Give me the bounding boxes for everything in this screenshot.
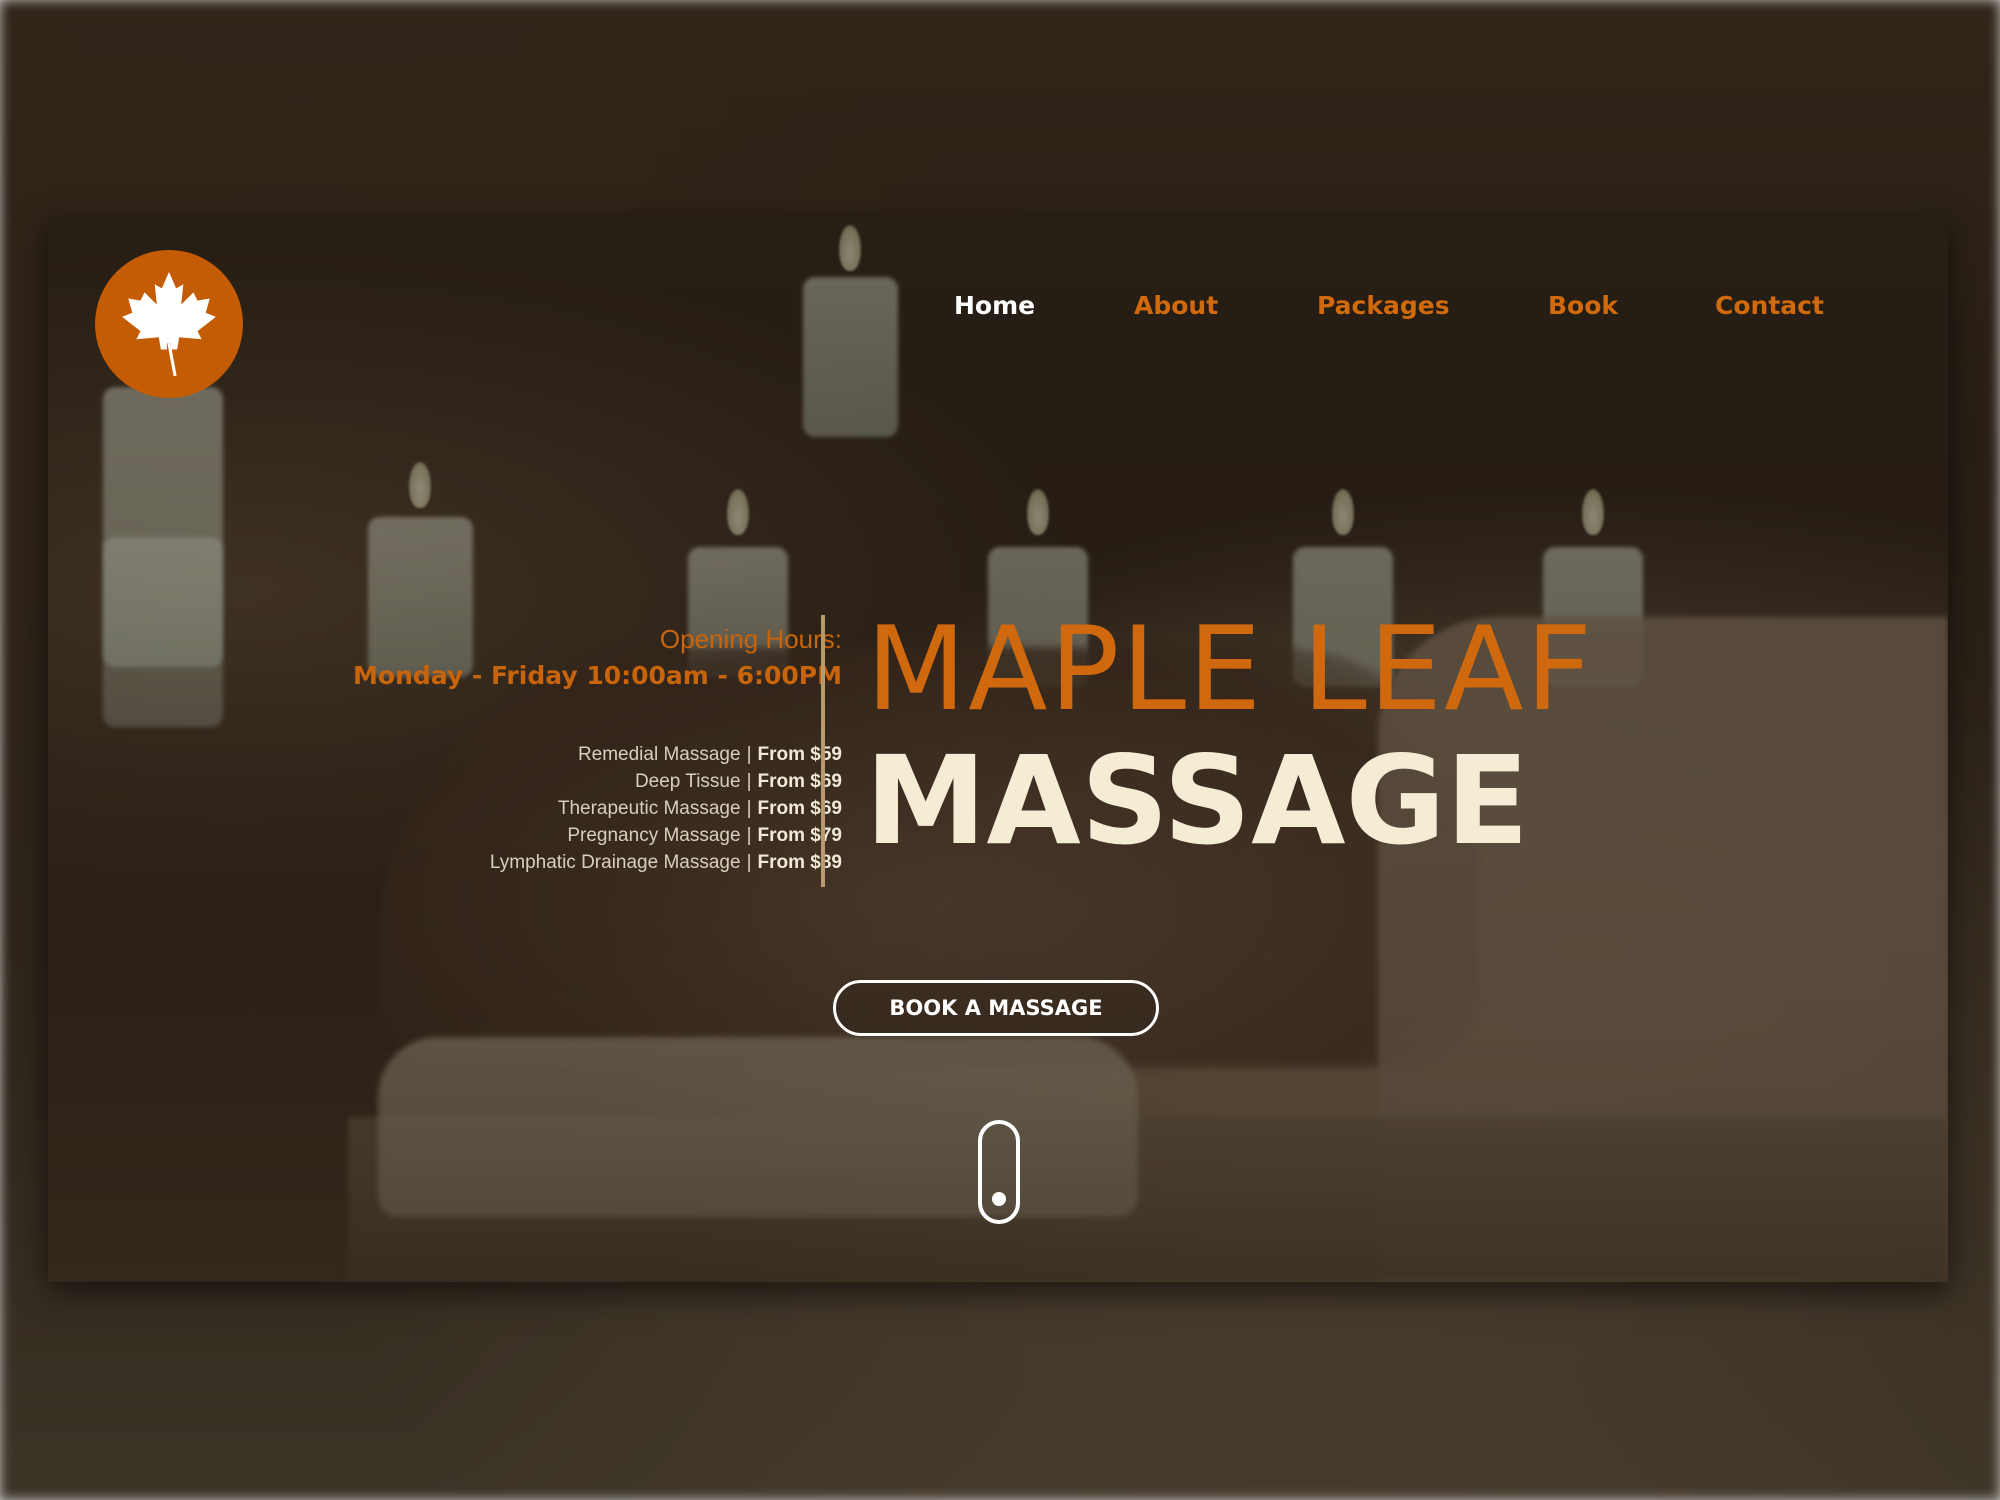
service-row: Therapeutic Massage | From $69 [490,795,842,822]
service-name: Deep Tissue [634,771,741,792]
service-name: Lymphatic Drainage Massage [489,852,741,873]
service-price: From $89 [757,852,842,873]
service-name: Therapeutic Massage [557,798,741,819]
book-massage-button[interactable]: BOOK A MASSAGE [833,980,1159,1036]
opening-hours-time: Monday - Friday 10:00am - 6:00PM [353,661,842,690]
service-name: Remedial Massage [577,744,741,765]
opening-hours-label: Opening Hours: [659,624,842,654]
book-massage-label: BOOK A MASSAGE [889,996,1103,1020]
nav-packages[interactable]: Packages [1317,291,1450,320]
service-row: Deep Tissue | From $69 [490,768,842,795]
hero-title-bottom: MASSAGE [865,730,1529,872]
nav-book[interactable]: Book [1548,291,1618,320]
services-list: Remedial Massage | From $59 Deep Tissue | Fr… [490,741,842,876]
separator: | [746,744,752,765]
maple-leaf-icon [122,272,216,377]
nav-about[interactable]: About [1134,291,1218,320]
nav-contact[interactable]: Contact [1715,291,1824,320]
service-row: Remedial Massage | From $59 [490,741,842,768]
separator: | [746,825,752,846]
service-name: Pregnancy Massage [567,825,741,846]
scroll-mouse-icon[interactable] [978,1120,1020,1224]
separator: | [746,798,752,819]
service-price: From $79 [757,825,842,846]
nav-home[interactable]: Home [954,291,1035,320]
scroll-dot [992,1192,1006,1206]
separator: | [746,771,752,792]
service-price: From $59 [757,744,842,765]
service-price: From $69 [757,798,842,819]
service-price: From $69 [757,771,842,792]
service-row: Pregnancy Massage | From $79 [490,822,842,849]
service-row: Lymphatic Drainage Massage | From $89 [490,849,842,876]
logo[interactable] [95,250,243,398]
vertical-divider [821,615,825,887]
website-preview: Home About Packages Book Contact Opening… [48,217,1948,1282]
separator: | [746,852,752,873]
hero-title-top: MAPLE LEAF [866,602,1595,737]
